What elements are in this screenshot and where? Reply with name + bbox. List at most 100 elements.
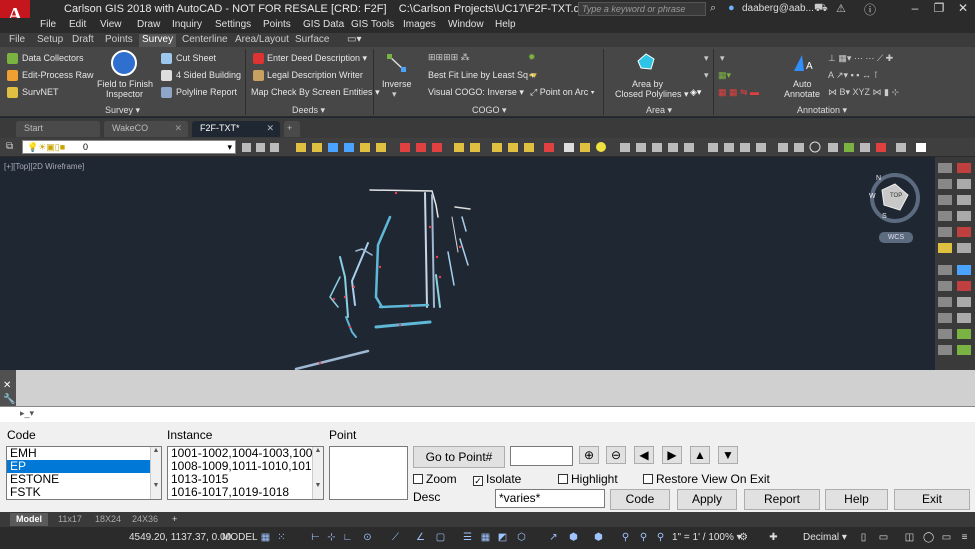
- wcs-menu[interactable]: WCS: [879, 232, 913, 243]
- tab-survey[interactable]: Survey: [139, 34, 177, 47]
- area-dropdown-icon[interactable]: ▾: [704, 53, 709, 64]
- lock-ui-icon[interactable]: ▭: [878, 532, 889, 543]
- menu-window[interactable]: Window: [448, 19, 484, 30]
- ortho-icon[interactable]: ∟: [342, 532, 353, 543]
- search-input[interactable]: Type a keyword or phrase: [578, 2, 706, 16]
- auto-annotate-button[interactable]: Auto: [793, 79, 812, 89]
- arrow-right-icon[interactable]: ▶: [662, 446, 682, 464]
- tab-f2f-txt[interactable]: F2F-TXT* ✕: [192, 121, 280, 137]
- enter-deed-description-button[interactable]: Enter Deed Description ▾: [267, 53, 367, 64]
- field-to-finish-button[interactable]: Field to Finish: [97, 79, 153, 89]
- menu-file[interactable]: File: [40, 19, 56, 30]
- infer-icon[interactable]: ⊢: [310, 532, 321, 543]
- command-prompt-icon[interactable]: ▸_▾: [20, 408, 34, 419]
- tab-start[interactable]: Start: [16, 121, 100, 137]
- annotation-table-icon[interactable]: ▦▾: [718, 70, 731, 81]
- gizmo-icon[interactable]: ⬢: [593, 532, 604, 543]
- annotation-text-tools-icon[interactable]: ⊥ ▦▾ ⋯ ⋯ ⟋ ✚: [828, 53, 893, 64]
- tab-setup[interactable]: Setup: [34, 34, 66, 47]
- menu-edit[interactable]: Edit: [69, 19, 86, 30]
- annotation-xyz-tools-icon[interactable]: ⋈ B▾ XYZ ⋈ ▮ ⊹: [828, 87, 899, 98]
- list-item[interactable]: EMH: [7, 447, 161, 460]
- grid-icon[interactable]: ▦: [260, 532, 271, 543]
- tab-11x17[interactable]: 11x17: [52, 513, 88, 526]
- zoom-out-icon[interactable]: ⊖: [606, 446, 626, 464]
- command-line-input[interactable]: ▸_▾: [0, 406, 975, 422]
- data-collectors-button[interactable]: Data Collectors: [22, 53, 84, 63]
- desc-input[interactable]: *varies*: [495, 489, 605, 508]
- tab-wakeco[interactable]: WakeCO ✕: [104, 121, 188, 137]
- user-name[interactable]: daaberg@aab...: [742, 3, 814, 14]
- right-toolbar[interactable]: [935, 157, 975, 370]
- dynamic-input-icon[interactable]: ⊹: [326, 532, 337, 543]
- wrench-icon[interactable]: 🔧: [3, 394, 15, 405]
- cogo-gear-icon[interactable]: ✹: [528, 52, 536, 63]
- isodraft-icon[interactable]: ⟋: [390, 532, 401, 543]
- annotation-panel-label[interactable]: Annotation ▾: [797, 105, 847, 116]
- code-button[interactable]: Code: [610, 489, 670, 510]
- layer-properties-icon[interactable]: ⧉: [6, 141, 13, 152]
- isolate-objects-icon[interactable]: ◫: [904, 532, 915, 543]
- point-listbox[interactable]: [329, 446, 408, 500]
- polar-icon[interactable]: ⊙: [362, 532, 373, 543]
- area-dropdown2-icon[interactable]: ▾: [704, 70, 709, 81]
- menu-gis-data[interactable]: GIS Data: [303, 19, 344, 30]
- annotation-scale-readout[interactable]: 1" = 1' / 100% ▾: [672, 532, 742, 543]
- isolate-checkbox[interactable]: ✓ Isolate: [473, 472, 521, 486]
- menu-view[interactable]: View: [100, 19, 122, 30]
- best-fit-line-button[interactable]: Best Fit Line by Least Sq ▾: [428, 70, 535, 81]
- menu-points[interactable]: Points: [263, 19, 291, 30]
- inverse-button[interactable]: Inverse: [382, 79, 412, 89]
- deeds-panel-label[interactable]: Deeds ▾: [292, 105, 325, 116]
- draw-tools-strip[interactable]: [240, 140, 940, 155]
- minimize-button[interactable]: –: [903, 0, 927, 18]
- lineweight-icon[interactable]: ☰: [462, 532, 473, 543]
- menu-settings[interactable]: Settings: [215, 19, 251, 30]
- menu-gis-tools[interactable]: GIS Tools: [351, 19, 394, 30]
- help-icon[interactable]: ⓘ: [864, 1, 876, 18]
- clean-screen-icon[interactable]: ▭: [941, 532, 952, 543]
- tab-centerline[interactable]: Centerline: [179, 34, 231, 47]
- selection-cycling-icon[interactable]: ◩: [497, 532, 508, 543]
- menu-inquiry[interactable]: Inquiry: [172, 19, 202, 30]
- instance-scrollbar[interactable]: ▲ ▼: [312, 447, 323, 499]
- report-button[interactable]: Report: [744, 489, 820, 510]
- area-panel-label[interactable]: Area ▾: [646, 105, 672, 116]
- osnap-tracking-icon[interactable]: ∠: [415, 532, 426, 543]
- menu-draw[interactable]: Draw: [137, 19, 160, 30]
- osnap-icon[interactable]: ▢: [435, 532, 446, 543]
- customization-menu-icon[interactable]: ≡: [959, 532, 970, 543]
- close-icon[interactable]: ✕: [3, 380, 11, 391]
- workspace-gear-icon[interactable]: ⚙: [738, 532, 749, 543]
- menu-help[interactable]: Help: [495, 19, 516, 30]
- point-on-arc-button[interactable]: ⤢ Point on Arc ▾: [530, 87, 595, 98]
- tab-24x36[interactable]: 24X36: [126, 513, 164, 526]
- cart-icon[interactable]: ⛟: [814, 2, 828, 16]
- survnet-button[interactable]: SurvNET: [22, 87, 59, 97]
- cut-sheet-button[interactable]: Cut Sheet: [176, 53, 216, 63]
- dynamic-ucs-icon[interactable]: ↗: [548, 532, 559, 543]
- tab-surface[interactable]: Surface: [292, 34, 332, 47]
- hardware-accel-icon[interactable]: ◯: [923, 532, 934, 543]
- highlight-checkbox[interactable]: Highlight: [558, 472, 618, 486]
- list-item[interactable]: FSTK: [7, 486, 161, 499]
- cogo-panel-label[interactable]: COGO ▾: [472, 105, 507, 116]
- help-button[interactable]: Help: [825, 489, 888, 510]
- apply-button[interactable]: Apply: [677, 489, 737, 510]
- tab-area-layout[interactable]: Area/Layout: [232, 34, 292, 47]
- model-space-toggle[interactable]: MODEL: [222, 532, 258, 543]
- tab-18x24[interactable]: 18X24: [89, 513, 127, 526]
- arrow-left-icon[interactable]: ◀: [634, 446, 654, 464]
- units-dropdown[interactable]: Decimal ▾: [803, 532, 847, 543]
- list-item[interactable]: 1016-1017,1019-1018: [168, 486, 323, 499]
- point-number-input[interactable]: [510, 446, 573, 466]
- map-check-button[interactable]: Map Check By Screen Entities ▾: [251, 87, 380, 98]
- tab-points[interactable]: Points: [102, 34, 136, 47]
- annotation-scale-icon[interactable]: ⚲: [655, 532, 666, 543]
- tab-file[interactable]: File: [6, 34, 28, 47]
- 3d-osnap-icon[interactable]: ⬡: [516, 532, 527, 543]
- edit-process-raw-button[interactable]: Edit-Process Raw: [22, 70, 94, 80]
- inverse-dropdown-icon[interactable]: ▾: [392, 89, 397, 100]
- polyline-report-button[interactable]: Polyline Report: [176, 87, 237, 97]
- zoom-checkbox[interactable]: Zoom: [413, 472, 457, 486]
